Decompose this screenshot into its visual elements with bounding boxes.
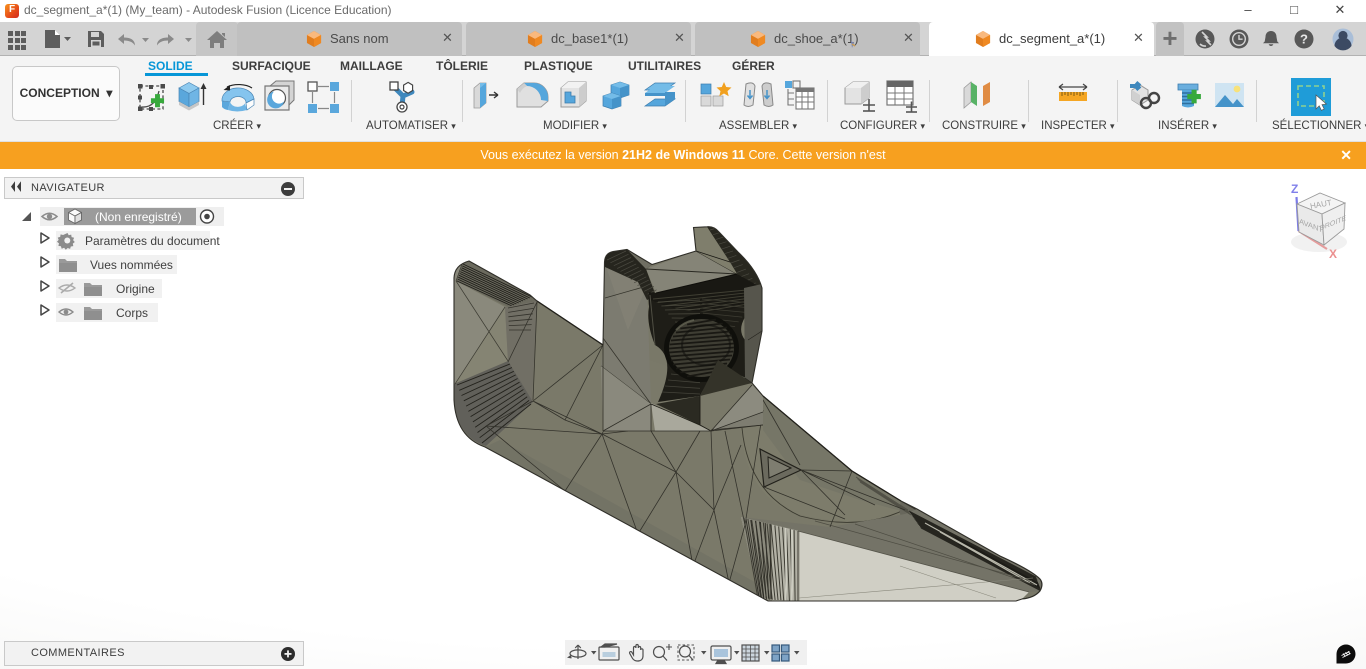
svg-text:?: ? [1300,32,1308,47]
svg-text:X: X [1329,247,1337,261]
svg-text:Z: Z [1291,182,1298,196]
